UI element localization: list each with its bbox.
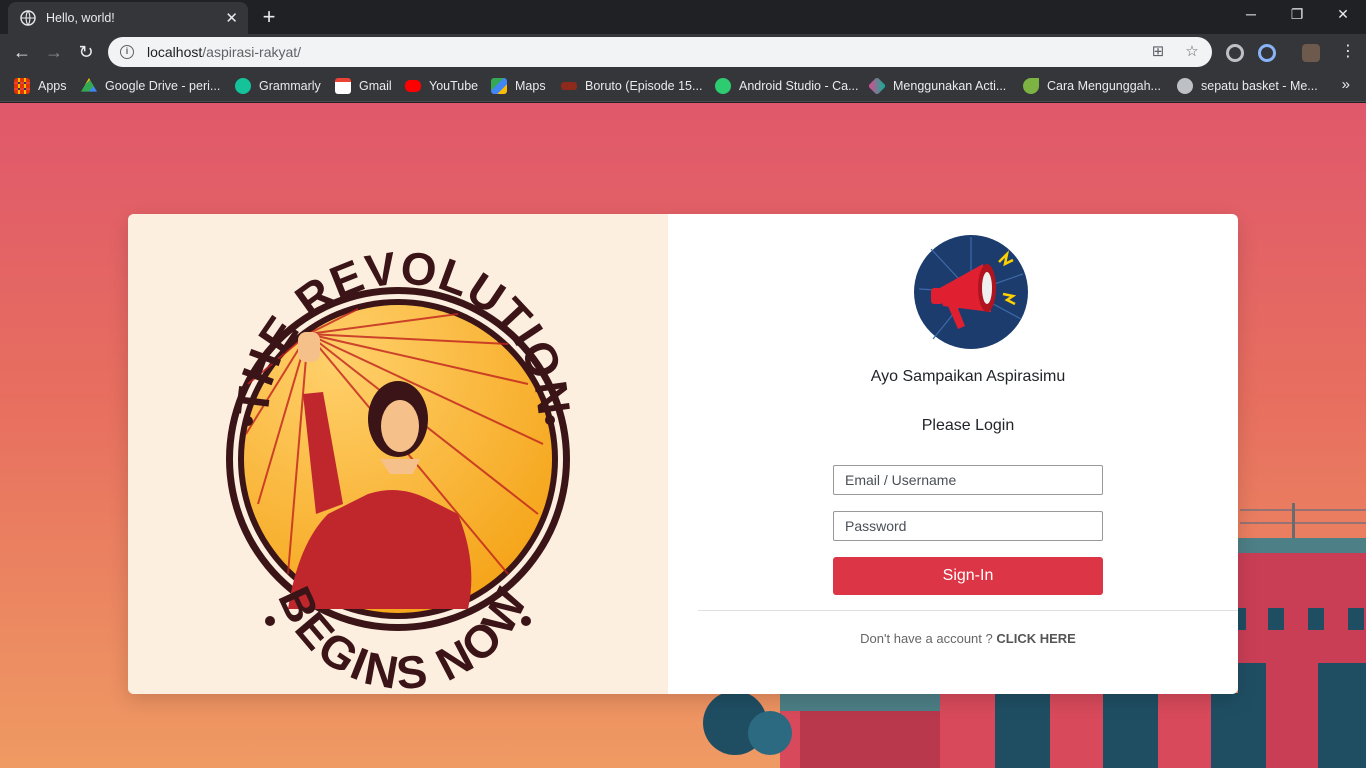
bookmark-maps[interactable]: Maps bbox=[491, 76, 546, 96]
reload-icon[interactable]: ↻ bbox=[74, 40, 98, 64]
close-window-button[interactable]: ✕ bbox=[1320, 0, 1366, 30]
login-panel: Ayo Sampaikan Aspirasimu Please Login Si… bbox=[668, 214, 1238, 694]
revolution-poster-illustration: THE REVOLUTION BEGINS NOW bbox=[226, 241, 580, 694]
bookmark-apps[interactable]: Apps bbox=[14, 76, 67, 96]
youtube-icon bbox=[405, 80, 421, 92]
google-drive-icon bbox=[81, 78, 97, 92]
restore-button[interactable]: ❐ bbox=[1274, 0, 1320, 30]
bookmark-star-icon[interactable]: ☆ bbox=[1184, 44, 1200, 60]
bookmarks-bar: Apps Google Drive - peri... Grammarly Gm… bbox=[0, 70, 1366, 102]
bookmark-grammarly[interactable]: Grammarly bbox=[235, 76, 321, 96]
menu-kebab-icon[interactable]: ⋮ bbox=[1336, 40, 1360, 64]
apps-grid-icon bbox=[14, 78, 30, 94]
maps-icon bbox=[491, 78, 507, 94]
minimize-button[interactable]: ─ bbox=[1228, 0, 1274, 30]
sign-in-button[interactable]: Sign-In bbox=[833, 557, 1103, 595]
revolution-poster-panel: THE REVOLUTION BEGINS NOW bbox=[128, 214, 668, 694]
forward-arrow-icon[interactable]: → bbox=[42, 40, 66, 64]
profile-avatar[interactable] bbox=[1302, 44, 1320, 62]
globe-icon bbox=[1177, 78, 1193, 94]
bookmark-menggunakan[interactable]: Menggunakan Acti... bbox=[867, 76, 1006, 96]
extension-icon[interactable] bbox=[1258, 44, 1276, 62]
tagline: Ayo Sampaikan Aspirasimu bbox=[870, 368, 1066, 385]
new-tab-button[interactable]: + bbox=[256, 5, 282, 31]
bookmark-sepatu-basket[interactable]: sepatu basket - Me... bbox=[1177, 76, 1318, 96]
signup-prompt-text: Don't have a account ? bbox=[860, 631, 993, 646]
bookmark-youtube[interactable]: YouTube bbox=[405, 76, 478, 96]
megaphone-logo-icon bbox=[914, 235, 1028, 349]
divider bbox=[698, 610, 1238, 611]
bookmark-android-studio[interactable]: Android Studio - Ca... bbox=[715, 76, 859, 96]
app-icon bbox=[867, 76, 887, 96]
bookmark-gmail[interactable]: Gmail bbox=[335, 76, 392, 96]
address-bar[interactable]: i localhost /aspirasi-rakyat/ ⊞ ☆ bbox=[108, 37, 1212, 67]
more-bookmarks-icon[interactable]: » bbox=[1342, 76, 1350, 93]
tab-strip: Hello, world! ✕ + ─ ❐ ✕ bbox=[0, 0, 1366, 34]
login-heading: Please Login bbox=[921, 417, 1015, 434]
grammarly-icon bbox=[235, 78, 251, 94]
url-host: localhost bbox=[147, 44, 203, 60]
tab-title: Hello, world! bbox=[46, 11, 115, 25]
boruto-icon bbox=[561, 82, 577, 90]
gmail-icon bbox=[335, 78, 351, 94]
browser-tab[interactable]: Hello, world! ✕ bbox=[8, 2, 248, 34]
android-studio-icon bbox=[715, 78, 731, 94]
login-card: THE REVOLUTION BEGINS NOW Ayo Sampaikan … bbox=[128, 214, 1238, 694]
bookmark-cara-mengunggah[interactable]: Cara Mengunggah... bbox=[1023, 76, 1161, 96]
page-viewport: THE REVOLUTION BEGINS NOW Ayo Sampaikan … bbox=[0, 103, 1366, 768]
signup-link[interactable]: CLICK HERE bbox=[996, 631, 1075, 646]
bookmark-boruto[interactable]: Boruto (Episode 15... bbox=[561, 76, 702, 96]
signup-prompt: Don't have a account ? CLICK HERE bbox=[668, 631, 1238, 646]
site-info-icon[interactable]: i bbox=[120, 45, 134, 59]
extension-icon[interactable] bbox=[1226, 44, 1244, 62]
translate-icon[interactable]: ⊞ bbox=[1150, 44, 1166, 60]
password-input[interactable] bbox=[833, 511, 1103, 541]
email-username-input[interactable] bbox=[833, 465, 1103, 495]
url-path: /aspirasi-rakyat/ bbox=[202, 44, 302, 60]
globe-icon bbox=[20, 10, 36, 26]
leaf-icon bbox=[1023, 78, 1039, 94]
bookmark-google-drive[interactable]: Google Drive - peri... bbox=[81, 76, 220, 96]
browser-toolbar: ← → ↻ i localhost /aspirasi-rakyat/ ⊞ ☆ … bbox=[0, 34, 1366, 70]
back-arrow-icon[interactable]: ← bbox=[10, 40, 34, 64]
close-tab-icon[interactable]: ✕ bbox=[225, 11, 238, 26]
